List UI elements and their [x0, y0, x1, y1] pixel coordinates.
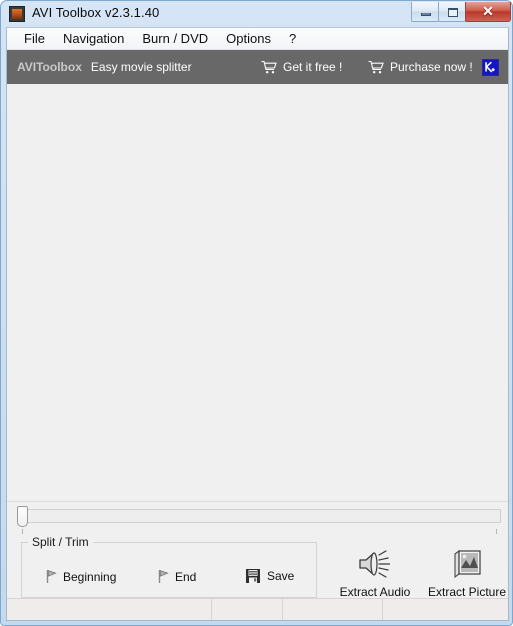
maximize-button[interactable] [438, 2, 466, 22]
maximize-icon [448, 8, 458, 17]
k-logo-icon[interactable] [482, 59, 499, 76]
menu-item-file[interactable]: File [15, 29, 54, 49]
purchase-now-label: Purchase now ! [390, 60, 473, 74]
get-it-free-label: Get it free ! [283, 60, 343, 74]
slider-track[interactable] [25, 509, 501, 523]
menu-item-navigation[interactable]: Navigation [54, 29, 133, 49]
extract-audio-label: Extract Audio [339, 585, 411, 599]
brand-name: AVIToolbox [17, 60, 82, 74]
window-controls: ✕ [411, 2, 511, 23]
extract-picture-label: Extract Picture [427, 585, 507, 599]
brand-tagline: Easy movie splitter [90, 60, 192, 74]
speaker-icon [329, 545, 421, 583]
application-window: AVI Toolbox v2.3.1.40 ✕ File Navigation … [0, 0, 513, 626]
close-button[interactable]: ✕ [465, 2, 511, 22]
extract-picture-button[interactable]: Extract Picture [421, 545, 508, 599]
shopping-cart-icon [261, 60, 277, 74]
save-label: Save [267, 569, 295, 583]
shopping-cart-icon [368, 60, 384, 74]
slider-tick-right [496, 529, 497, 534]
title-bar[interactable]: AVI Toolbox v2.3.1.40 ✕ [1, 1, 513, 27]
video-display-area[interactable] [7, 84, 508, 502]
client-area: File Navigation Burn / DVD Options ? AVI… [6, 27, 509, 621]
window-title: AVI Toolbox v2.3.1.40 [32, 5, 160, 20]
get-it-free-link[interactable]: Get it free ! [261, 60, 342, 74]
promo-banner: AVIToolbox Easy movie splitter Get it fr… [7, 50, 508, 84]
status-pane-2 [212, 599, 283, 620]
close-icon: ✕ [482, 3, 494, 19]
app-icon [9, 6, 25, 22]
purchase-now-link[interactable]: Purchase now ! [368, 60, 473, 74]
status-pane-3 [283, 599, 383, 620]
floppy-disk-icon [245, 568, 261, 584]
video-position-slider[interactable] [17, 506, 501, 534]
flag-icon [157, 569, 169, 584]
status-pane-1 [7, 599, 212, 620]
set-end-button[interactable]: End [153, 566, 200, 587]
extract-audio-button[interactable]: Extract Audio [329, 545, 421, 599]
slider-thumb[interactable] [17, 506, 28, 527]
minimize-button[interactable] [411, 2, 439, 22]
set-end-label: End [175, 569, 197, 584]
set-beginning-label: Beginning [63, 569, 117, 584]
minimize-icon [421, 13, 431, 16]
menu-item-options[interactable]: Options [217, 29, 280, 49]
menu-bar: File Navigation Burn / DVD Options ? [7, 28, 508, 50]
save-button[interactable]: Save [241, 565, 298, 587]
set-beginning-button[interactable]: Beginning [41, 566, 120, 587]
split-trim-label: Split / Trim [28, 535, 93, 549]
status-pane-4 [383, 599, 508, 620]
menu-item-help[interactable]: ? [280, 29, 305, 49]
photo-stack-icon [421, 545, 508, 583]
menu-item-burn-dvd[interactable]: Burn / DVD [133, 29, 217, 49]
status-bar [7, 598, 508, 620]
slider-tick-left [22, 529, 23, 534]
flag-icon [45, 569, 57, 584]
